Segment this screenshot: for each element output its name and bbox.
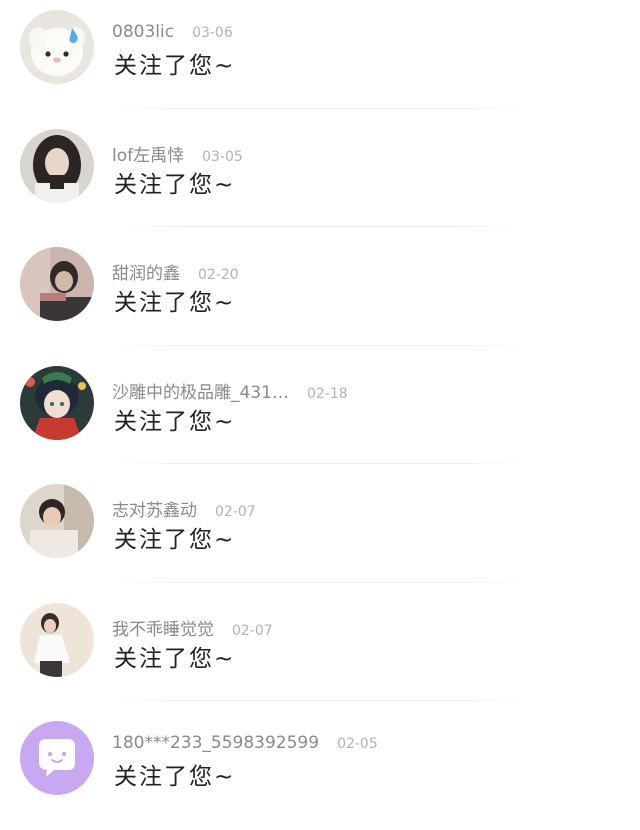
username[interactable]: 甜润的鑫 [112,259,180,284]
divider [110,344,530,346]
notification-meta: lof左禹悻 03-05 [112,141,243,166]
username[interactable]: 0803lic [112,22,174,42]
notification-date: 03-05 [202,148,243,165]
notification-message: 关注了您~ [114,764,236,790]
notification-item[interactable]: 甜润的鑫 02-20 关注了您~ [0,237,640,356]
notification-item[interactable]: 志对苏鑫动 02-07 关注了您~ [0,474,640,593]
divider [110,107,530,109]
white-mascot-avatar[interactable] [20,10,94,84]
notification-meta: 甜润的鑫 02-20 [112,259,239,284]
divider [110,226,530,227]
username[interactable]: 我不乖睡觉觉 [112,615,214,640]
notification-date: 02-07 [215,504,256,520]
notification-date: 02-20 [198,267,239,283]
person-photo-avatar[interactable] [20,602,94,677]
username[interactable]: 志对苏鑫动 [112,496,197,521]
notification-date: 02-05 [337,736,378,752]
notification-item[interactable]: 沙雕中的极品雕_431… 02-18 关注了您~ [0,356,640,475]
notification-message: 关注了您~ [114,408,236,435]
notification-meta: 沙雕中的极品雕_431… 02-18 [112,378,348,403]
username[interactable]: 沙雕中的极品雕_431… [112,378,289,403]
chat-bubble-avatar[interactable] [20,721,94,795]
notification-meta: 180***233_5598392599 02-05 [112,733,378,753]
notification-item[interactable]: 0803lic 03-06 关注了您~ [0,0,640,119]
notification-date: 02-07 [232,622,273,639]
notification-date: 02-18 [306,385,348,402]
notification-item[interactable]: 我不乖睡觉觉 02-07 关注了您~ [0,593,640,712]
username[interactable]: 180***233_5598392599 [112,733,319,753]
notification-meta: 我不乖睡觉觉 02-07 [112,615,273,640]
divider [110,581,530,583]
follow-notification-list: 0803lic 03-06 关注了您~ lof左禹悻 03-05 关注了您~ 甜… [0,0,640,830]
notification-message: 关注了您~ [114,527,236,553]
notification-message: 关注了您~ [114,645,236,672]
boy-photo-avatar[interactable] [20,484,94,558]
username[interactable]: lof左禹悻 [112,141,184,166]
notification-message: 关注了您~ [114,53,236,79]
notification-message: 关注了您~ [114,171,236,198]
notification-item[interactable]: 180***233_5598392599 02-05 关注了您~ [0,711,640,830]
girl-photo-avatar[interactable] [20,128,94,203]
divider [110,463,530,464]
notification-item[interactable]: lof左禹悻 03-05 关注了您~ [0,119,640,238]
notification-meta: 志对苏鑫动 02-07 [112,496,256,521]
boy-photo-avatar[interactable] [20,247,94,321]
notification-date: 03-06 [192,25,233,41]
notification-meta: 0803lic 03-06 [112,22,233,42]
divider [110,700,530,701]
anime-character-avatar[interactable] [20,365,94,440]
notification-message: 关注了您~ [114,290,236,316]
